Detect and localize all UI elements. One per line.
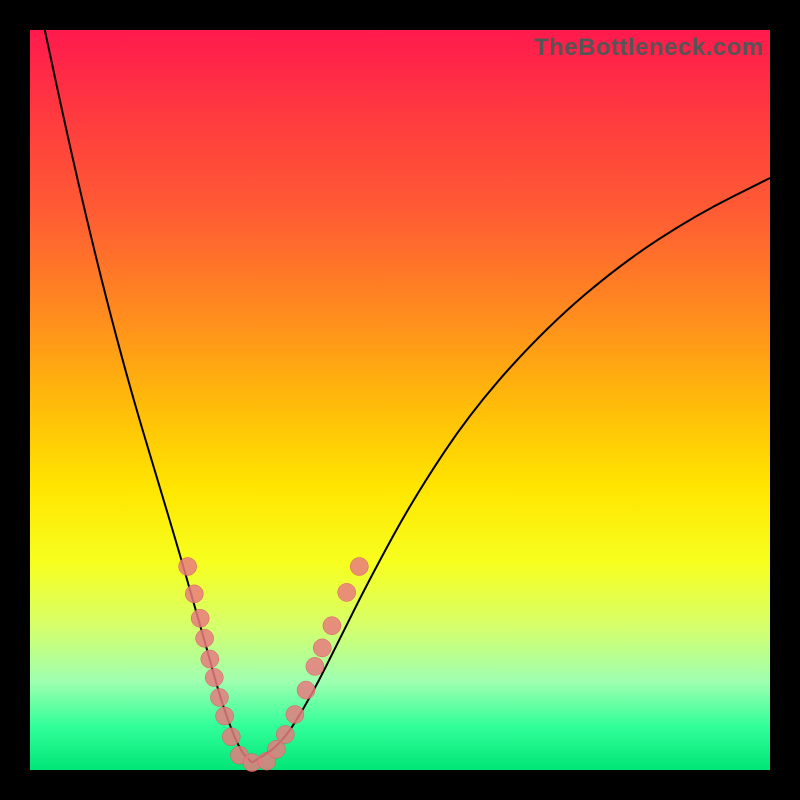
curve-left-branch [45, 30, 252, 763]
data-marker [201, 650, 219, 668]
data-marker [222, 728, 240, 746]
marker-group [179, 558, 369, 772]
data-marker [286, 706, 304, 724]
data-marker [196, 629, 214, 647]
data-marker [185, 585, 203, 603]
data-marker [313, 639, 331, 657]
data-marker [216, 707, 234, 725]
data-marker [297, 681, 315, 699]
data-marker [338, 583, 356, 601]
data-marker [205, 669, 223, 687]
data-marker [191, 609, 209, 627]
curve-right-branch [252, 178, 770, 763]
data-marker [179, 558, 197, 576]
data-marker [323, 617, 341, 635]
data-marker [306, 657, 324, 675]
data-marker [210, 688, 228, 706]
chart-frame: TheBottleneck.com [0, 0, 800, 800]
chart-svg [30, 30, 770, 770]
data-marker [276, 725, 294, 743]
plot-area: TheBottleneck.com [30, 30, 770, 770]
data-marker [350, 558, 368, 576]
